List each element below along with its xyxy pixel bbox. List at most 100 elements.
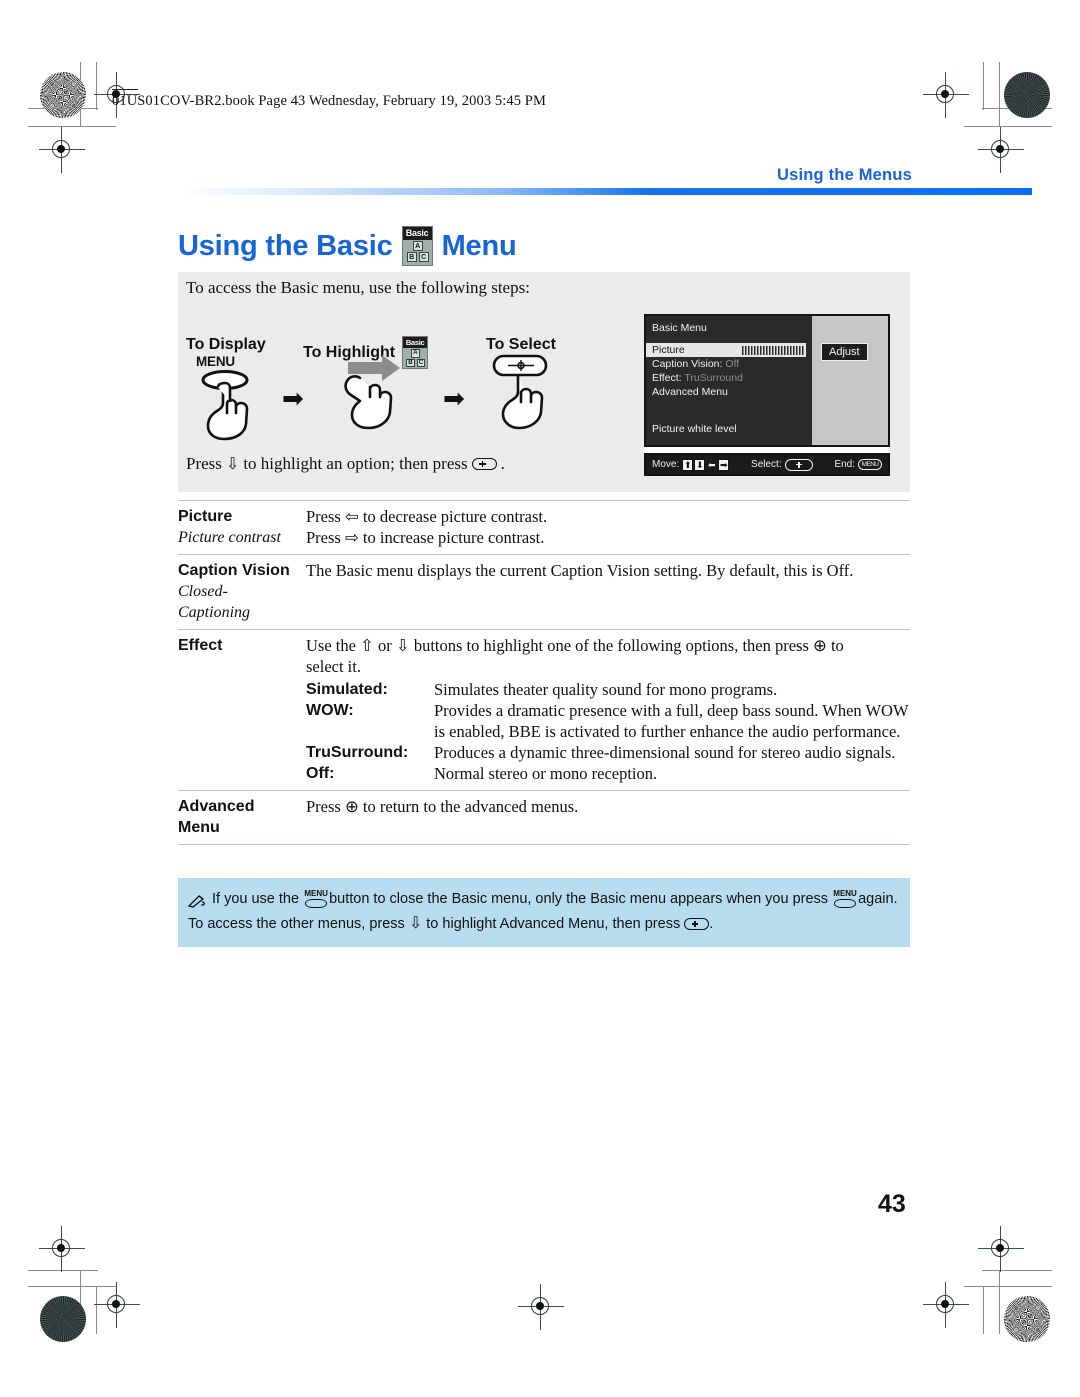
hand-pressing-menu-icon [201, 370, 249, 441]
menu-button-caption: MENU [196, 354, 235, 369]
effect-option-simulated-desc: Simulates theater quality sound for mono… [434, 680, 778, 699]
osd-dpad-down-key: ⬇ [694, 458, 706, 471]
osd-dpad-left-key: ⬅ [706, 458, 718, 471]
osd-item-effect[interactable]: Effect: TruSurround [652, 371, 812, 385]
osd-item-caption-vision-label: Caption Vision: [652, 358, 723, 370]
settings-definition-table: Picture Picture contrast Press ⇦ to decr… [178, 500, 910, 845]
hand-with-direction-arrow-icon [344, 355, 400, 430]
note-text-part-5: . [709, 916, 714, 932]
note-box: If you use the MENU button to close the … [178, 878, 910, 947]
effect-options-list: Simulated: Simulates theater quality sou… [306, 679, 910, 784]
crop-mark-bottom-right-inner [964, 1286, 1052, 1288]
osd-menu-title: Basic Menu [652, 322, 707, 334]
halftone-patch-top-right [1004, 72, 1050, 118]
menu-button-illustration: MENU [196, 354, 270, 446]
osd-item-effect-label: Effect: [652, 372, 682, 384]
pencil-note-icon [187, 892, 206, 908]
effect-option-wow-desc: Provides a dramatic presence with a full… [434, 701, 909, 741]
crop-mark-top-left-vert-inner [96, 62, 98, 110]
table-row-picture: Picture Picture contrast Press ⇦ to decr… [178, 500, 910, 554]
osd-footer-move-group: Move: ⬆ ⬇ ⬅ ➡ [652, 458, 730, 471]
osd-menu-key-icon: MENU [858, 459, 883, 470]
select-plus-button-icon [471, 458, 497, 470]
table-row-caption-vision-term-sub-1: Closed- [178, 583, 228, 600]
effect-option-trusurround-desc: Produces a dynamic three-dimensional sou… [434, 743, 896, 762]
osd-footer-bar: Move: ⬆ ⬇ ⬅ ➡ Select: End: MENU [644, 453, 890, 476]
effect-option-simulated-name: Simulated: [306, 681, 388, 698]
note-text-part-1: If you use the [212, 891, 300, 907]
crop-mark-top-right-inner [964, 126, 1052, 128]
registration-mark-bottom-left-a [39, 1226, 85, 1272]
osd-item-picture[interactable]: Picture [646, 343, 806, 357]
table-row-effect-desc-line-1: Use the ⇧ or ⇩ buttons to highlight one … [306, 636, 844, 655]
table-row-advanced-menu-desc-line-1: Press ⊕ to return to the advanced menus. [306, 797, 579, 816]
table-row-advanced-menu-term: Advanced Menu [178, 796, 306, 838]
note-menu-button-label-2: MENU [833, 888, 857, 898]
crop-mark-bottom-left-vert-inner [96, 1286, 98, 1334]
osd-select-plus-icon [784, 458, 813, 471]
crop-mark-bottom-left-outer [28, 1270, 98, 1272]
steps-footer-end: . [500, 454, 505, 473]
osd-preview-pane: Adjust [812, 316, 888, 445]
table-row-picture-desc-line-1: Press ⇦ to decrease picture contrast. [306, 507, 548, 526]
registration-mark-bottom-right-b [923, 1282, 969, 1328]
osd-menu-list: Basic Menu Picture Caption Vision: Off E… [646, 316, 812, 445]
hand-pressing-select-button-icon [492, 354, 548, 430]
running-head: Using the Menus [776, 166, 912, 184]
note-menu-button-icon-2: MENU [832, 888, 858, 909]
osd-item-advanced-menu[interactable]: Advanced Menu [652, 385, 812, 399]
table-row-effect-desc-line-2: select it. [306, 657, 361, 676]
basic-icon-block-b: B [406, 252, 417, 262]
table-row-effect: Effect Use the ⇧ or ⇩ buttons to highlig… [178, 629, 910, 790]
table-row-picture-term-main: Picture [178, 508, 233, 525]
steps-footer-pre: Press [186, 454, 222, 473]
table-row-advanced-menu-term-line2: Menu [178, 819, 220, 836]
effect-option-off-name: Off: [306, 765, 335, 782]
registration-mark-bottom-right-a [978, 1226, 1024, 1272]
osd-adjust-badge: Adjust [821, 343, 868, 361]
osd-picture-contrast-bar [742, 345, 804, 355]
table-row-effect-term: Effect [178, 635, 306, 784]
effect-option-off: Off: Normal stereo or mono reception. [306, 763, 910, 784]
page-title: Using the Basic Basic A B C Menu [178, 226, 517, 266]
note-menu-button-label-1: MENU [304, 888, 328, 898]
table-row-effect-term-main: Effect [178, 637, 223, 654]
table-row-picture-desc-line-2: Press ⇨ to increase picture contrast. [306, 528, 545, 547]
basic-icon-block-c: C [418, 252, 429, 262]
steps-footer-text: Press ⇩ to highlight an option; then pre… [186, 454, 505, 474]
note-down-arrow-icon: ⇩ [408, 913, 423, 932]
osd-dpad-up-key: ⬆ [682, 458, 694, 471]
osd-item-effect-value: TruSurround [684, 372, 743, 384]
registration-mark-top-right-a [923, 72, 969, 118]
table-row-caption-vision-desc-line-1: The Basic menu displays the current Capt… [306, 561, 854, 580]
crop-mark-bottom-right-vert-outer [999, 1270, 1001, 1334]
halftone-patch-bottom-left [40, 1296, 86, 1342]
table-row-caption-vision-term-main: Caption Vision [178, 562, 290, 579]
osd-item-picture-label: Picture [652, 344, 685, 356]
table-row-advanced-menu-term-main: Advanced [178, 798, 255, 815]
table-row-picture-term: Picture Picture contrast [178, 506, 306, 548]
header-rule [178, 188, 1032, 195]
basic-menu-icon: Basic A B C [401, 226, 433, 266]
osd-picture-white-level-text: Picture white level [652, 423, 737, 435]
table-row-caption-vision-term-sub-2: Captioning [178, 604, 251, 621]
table-row-picture-term-sub: Picture contrast [178, 529, 281, 546]
osd-footer-end-group: End: MENU [834, 459, 883, 470]
osd-item-caption-vision[interactable]: Caption Vision: Off [652, 357, 812, 371]
table-row-caption-vision-term: Caption Vision Closed- Captioning [178, 560, 306, 623]
effect-option-trusurround-name: TruSurround: [306, 744, 409, 761]
note-select-plus-icon [684, 918, 710, 931]
crop-mark-top-right-vert-outer [999, 62, 1001, 126]
effect-option-simulated: Simulated: Simulates theater quality sou… [306, 679, 910, 700]
registration-mark-top-left-b [39, 127, 85, 173]
crop-mark-bottom-right-vert-inner [983, 1286, 985, 1334]
effect-option-wow-name: WOW: [306, 702, 354, 719]
osd-footer-select-label: Select: [751, 459, 782, 470]
down-arrow-glyph-icon: ⇩ [225, 454, 240, 473]
halftone-patch-top-left [40, 72, 86, 118]
crop-mark-top-left-inner [28, 126, 116, 128]
page-title-prefix: Using the Basic [178, 229, 393, 262]
basic-icon-block-a: A [412, 241, 423, 251]
flow-arrow-1-icon: ➡ [282, 384, 304, 414]
tv-osd-screenshot: Basic Menu Picture Caption Vision: Off E… [644, 314, 890, 476]
